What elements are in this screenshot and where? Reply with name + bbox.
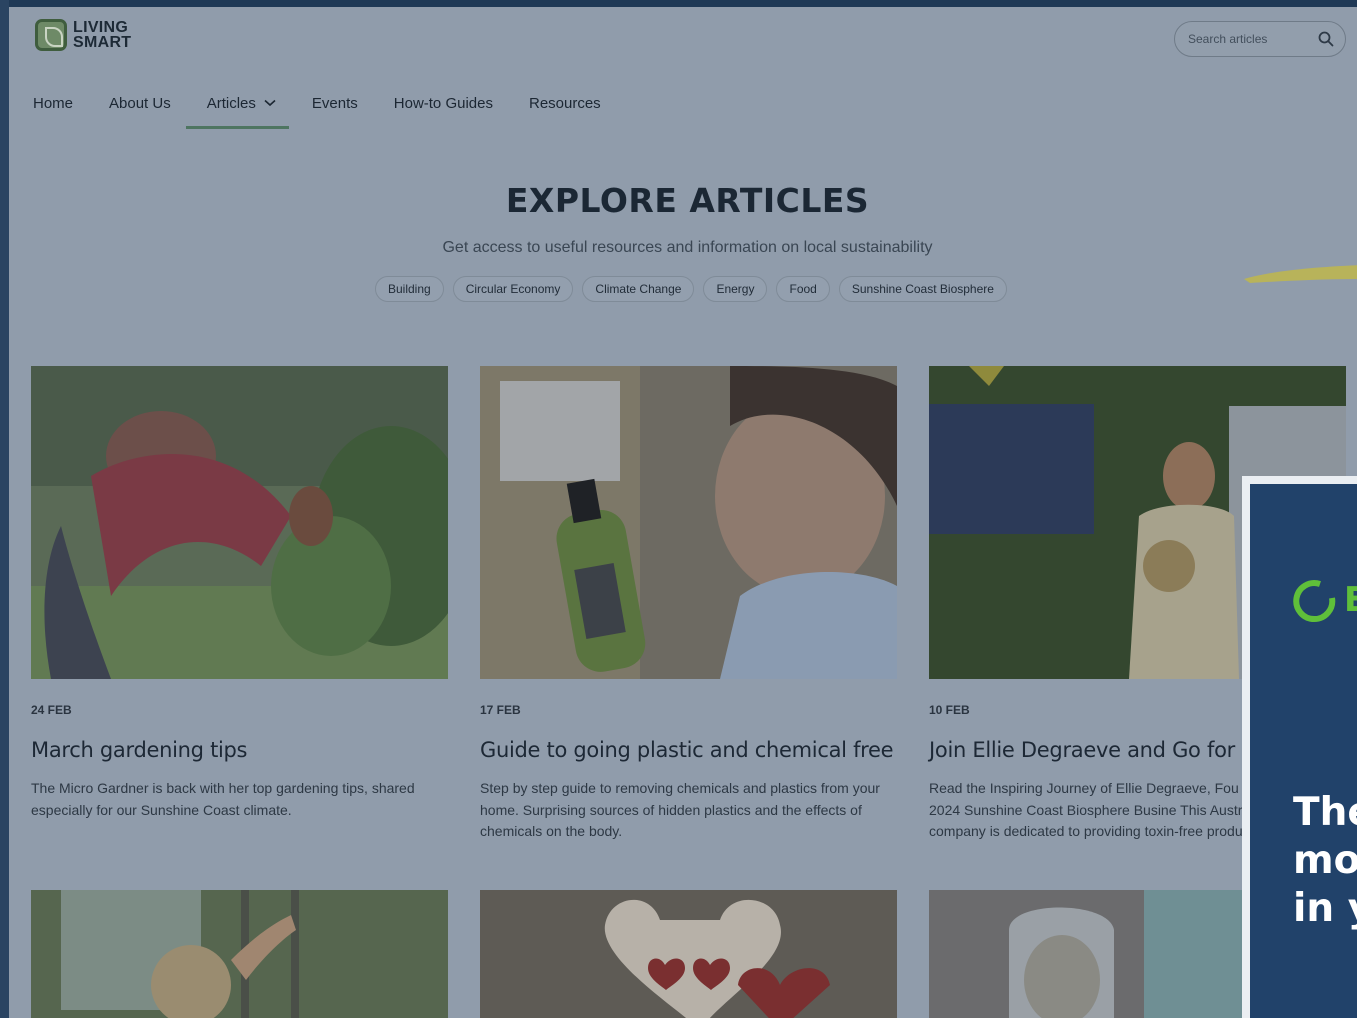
promo-line-3: in y	[1293, 886, 1357, 931]
promo-line-2: mo	[1293, 838, 1357, 883]
promo-panel: E The mo in y	[1250, 484, 1357, 1018]
article-image-child-garden[interactable]	[31, 890, 448, 1018]
article-title[interactable]: Guide to going plastic and chemical free	[480, 738, 897, 762]
tag-circular-economy[interactable]: Circular Economy	[452, 276, 574, 302]
browser-top-edge	[0, 0, 1357, 7]
nav-about-us[interactable]: About Us	[109, 91, 189, 115]
promo-popup[interactable]: E The mo in y	[1242, 476, 1357, 1018]
article-title[interactable]: March gardening tips	[31, 738, 448, 762]
article-image-gardening[interactable]	[31, 366, 471, 679]
article-description: Step by step guide to removing chemicals…	[480, 780, 880, 839]
tag-climate-change[interactable]: Climate Change	[582, 276, 695, 302]
promo-logo-letter: E	[1344, 580, 1357, 620]
highlight-brush-stroke	[1244, 265, 1357, 283]
chevron-down-icon	[264, 99, 276, 107]
page-subtitle: Get access to useful resources and infor…	[442, 239, 933, 256]
search-icon[interactable]	[1317, 30, 1335, 48]
nav-articles-label: Articles	[206, 94, 256, 112]
promo-line-1: The	[1293, 790, 1357, 835]
tag-building[interactable]: Building	[375, 276, 444, 302]
promo-headline: The mo in y	[1293, 789, 1357, 933]
main-nav: Home About Us Articles Events How-to Gui…	[33, 91, 637, 131]
page: LIVING SMART Home About Us Articles Even…	[9, 7, 1357, 1018]
search-input[interactable]	[1188, 32, 1308, 46]
article-date: 24 FEB	[31, 703, 72, 717]
energy-logo-icon	[1293, 580, 1336, 623]
nav-home[interactable]: Home	[33, 91, 91, 115]
category-filter: Building Circular Economy Climate Change…	[375, 276, 1007, 302]
leaf-icon	[35, 19, 67, 51]
article-card[interactable]: 24 FEB March gardening tips The Micro Ga…	[31, 366, 471, 821]
site-logo[interactable]: LIVING SMART	[35, 16, 145, 54]
nav-how-to-guides[interactable]: How-to Guides	[394, 91, 511, 115]
active-nav-indicator	[186, 126, 289, 129]
logo-text: LIVING SMART	[73, 19, 132, 51]
tag-food[interactable]: Food	[776, 276, 830, 302]
nav-resources[interactable]: Resources	[529, 91, 619, 115]
nav-articles[interactable]: Articles	[207, 91, 294, 115]
nav-events[interactable]: Events	[312, 91, 376, 115]
tag-energy[interactable]: Energy	[703, 276, 768, 302]
article-date: 17 FEB	[480, 703, 521, 717]
search-box	[1174, 21, 1346, 57]
page-title: EXPLORE ARTICLES	[505, 181, 870, 220]
logo-line-1: LIVING	[73, 19, 129, 36]
article-description: The Micro Gardner is back with her top g…	[31, 780, 415, 818]
tag-sunshine-coast-biosphere[interactable]: Sunshine Coast Biosphere	[838, 276, 1007, 302]
article-card[interactable]: 17 FEB Guide to going plastic and chemic…	[480, 366, 897, 843]
logo-line-2: SMART	[73, 34, 132, 51]
article-image-hearts[interactable]	[480, 890, 897, 1018]
article-image-plastic-free[interactable]	[480, 366, 897, 679]
browser-left-edge	[0, 0, 9, 1018]
